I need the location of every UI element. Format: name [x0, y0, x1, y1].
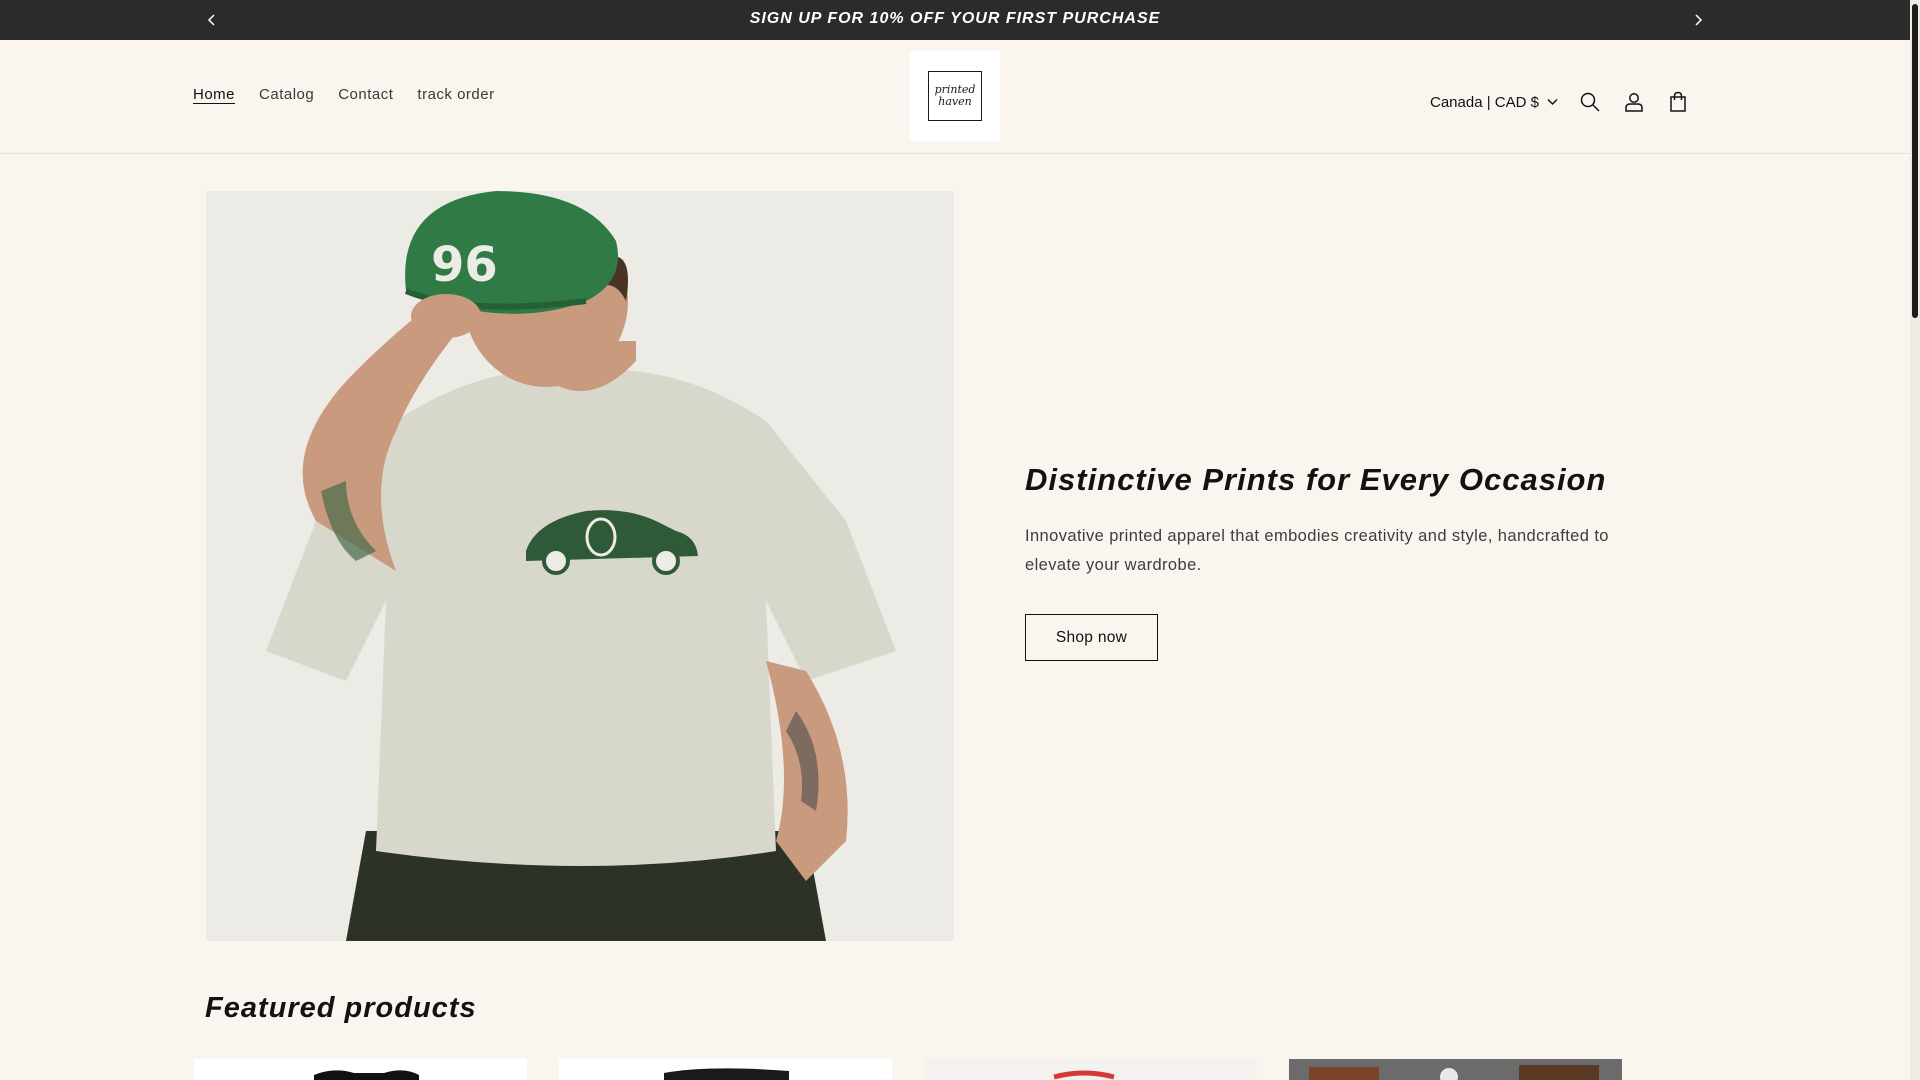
cap-number: 96 — [431, 237, 498, 293]
featured-products-title: Featured products — [205, 992, 477, 1024]
cart-icon — [1670, 91, 1686, 112]
page-scrollbar[interactable] — [1910, 0, 1920, 1080]
product-card[interactable] — [924, 1059, 1257, 1080]
product-image — [559, 1059, 892, 1080]
hero-subtitle: Innovative printed apparel that embodies… — [1025, 527, 1609, 574]
currency-selector[interactable]: Canada | CAD $ — [1430, 94, 1558, 111]
account-button[interactable] — [1612, 80, 1656, 124]
hero-illustration: 96 — [206, 191, 954, 941]
hero-image: 96 — [206, 191, 954, 941]
announcement-next-button[interactable] — [1686, 8, 1710, 32]
nav-home[interactable]: Home — [193, 86, 235, 103]
featured-products-grid — [0, 1059, 1910, 1080]
hero-title: Distinctive Prints for Every Occasion — [1025, 462, 1607, 497]
product-card[interactable] — [1289, 1059, 1622, 1080]
nav-catalog[interactable]: Catalog — [259, 86, 314, 103]
announcement-bar: SIGN UP FOR 10% OFF YOUR FIRST PURCHASE — [0, 0, 1910, 40]
currency-label: Canada | CAD $ — [1430, 93, 1539, 111]
header-actions: Canada | CAD $ — [1430, 80, 1700, 124]
nav-contact[interactable]: Contact — [338, 86, 393, 103]
nav-track-order[interactable]: track order — [417, 86, 494, 103]
site-logo[interactable]: printed haven — [910, 51, 1000, 141]
site-header: Home Catalog Contact track order printed… — [0, 40, 1910, 154]
hero-content: Distinctive Prints for Every Occasion In… — [1025, 462, 1625, 661]
product-image — [194, 1059, 527, 1080]
product-card[interactable] — [559, 1059, 892, 1080]
search-icon — [1580, 92, 1600, 112]
chevron-right-icon — [1695, 14, 1703, 26]
product-image — [924, 1059, 1257, 1080]
logo-mark: printed haven — [928, 71, 982, 121]
main-nav: Home Catalog Contact track order — [193, 86, 495, 103]
shop-now-button[interactable]: Shop now — [1025, 614, 1158, 661]
product-image — [1289, 1059, 1622, 1080]
scrollbar-thumb[interactable] — [1912, 4, 1918, 318]
announcement-message[interactable]: SIGN UP FOR 10% OFF YOUR FIRST PURCHASE — [0, 10, 1910, 28]
cart-button[interactable] — [1656, 80, 1700, 124]
chevron-down-icon — [1547, 98, 1558, 106]
search-button[interactable] — [1568, 80, 1612, 124]
user-icon — [1625, 93, 1643, 112]
product-card[interactable] — [194, 1059, 527, 1080]
logo-line-2: haven — [938, 95, 972, 108]
